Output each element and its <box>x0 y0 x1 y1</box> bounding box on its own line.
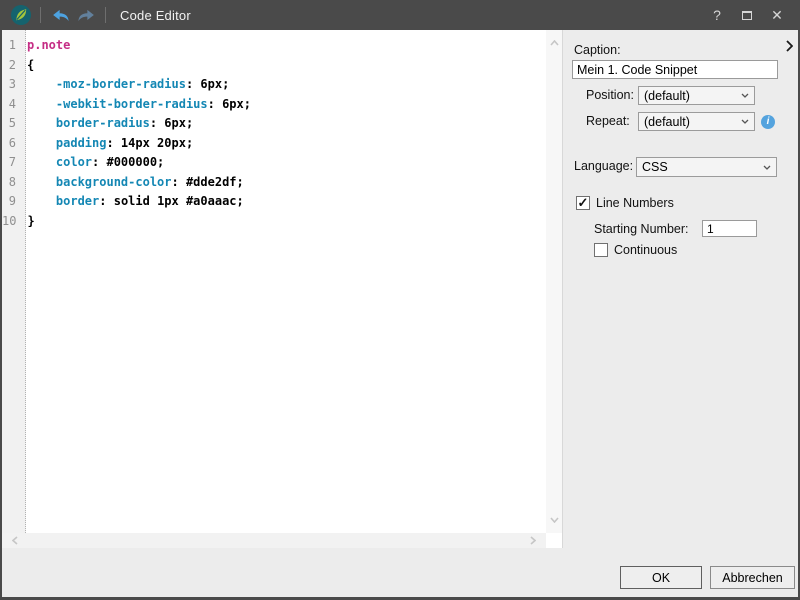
position-label: Position: <box>586 88 634 102</box>
redo-button[interactable] <box>73 3 97 27</box>
scroll-left-icon[interactable] <box>10 535 20 545</box>
maximize-button[interactable] <box>732 3 762 27</box>
line-number: 4 <box>2 95 21 115</box>
help-button[interactable]: ? <box>702 3 732 27</box>
undo-button[interactable] <box>49 3 73 27</box>
scroll-up-icon[interactable] <box>549 38 559 48</box>
chevron-down-icon <box>763 165 771 170</box>
app-logo-icon <box>10 4 32 26</box>
starting-number-label: Starting Number: <box>594 222 688 236</box>
undo-icon <box>52 9 71 22</box>
titlebar-separator <box>40 7 41 23</box>
language-label: Language: <box>574 159 633 173</box>
line-number: 2 <box>2 56 21 76</box>
line-number: 7 <box>2 153 21 173</box>
line-number: 1 <box>2 36 21 56</box>
code-line: 3 -moz-border-radius: 6px; <box>2 75 546 95</box>
vertical-scrollbar[interactable] <box>546 30 562 533</box>
line-number: 3 <box>2 75 21 95</box>
position-value: (default) <box>644 89 741 103</box>
repeat-value: (default) <box>644 115 741 129</box>
starting-number-input[interactable] <box>702 220 757 237</box>
continuous-checkbox[interactable]: ✓ <box>594 243 608 257</box>
info-icon[interactable]: i <box>761 115 775 129</box>
settings-panel: Caption: Position: (default) Repeat: (de… <box>565 30 798 597</box>
code-line: 6 padding: 14px 20px; <box>2 134 546 154</box>
help-icon: ? <box>713 7 721 23</box>
language-select[interactable]: CSS <box>636 157 777 177</box>
redo-icon <box>76 9 95 22</box>
code-line: 5 border-radius: 6px; <box>2 114 546 134</box>
window-controls: ? ✕ <box>702 3 792 27</box>
check-icon: ✓ <box>578 196 589 209</box>
code-line: 4 -webkit-border-radius: 6px; <box>2 95 546 115</box>
horizontal-scrollbar[interactable] <box>2 533 546 548</box>
close-button[interactable]: ✕ <box>762 3 792 27</box>
code-line: 7 color: #000000; <box>2 153 546 173</box>
line-number: 6 <box>2 134 21 154</box>
titlebar-separator <box>105 7 106 23</box>
close-icon: ✕ <box>771 7 783 24</box>
chevron-right-icon <box>786 40 793 52</box>
code-line: 8 background-color: #dde2df; <box>2 173 546 193</box>
titlebar: Code Editor ? ✕ <box>0 0 800 30</box>
code-editor-dialog: Code Editor ? ✕ 1p.note2{3 -moz-border-r… <box>0 0 800 600</box>
line-numbers-label: Line Numbers <box>596 196 674 210</box>
caption-input[interactable] <box>572 60 778 79</box>
code-line: 9 border: solid 1px #a0aaac; <box>2 192 546 212</box>
code-line: 1p.note <box>2 36 546 56</box>
scroll-right-icon[interactable] <box>528 535 538 545</box>
code-line: 10} <box>2 212 546 232</box>
maximize-icon <box>742 11 752 20</box>
scroll-down-icon[interactable] <box>549 515 559 525</box>
code-line: 2{ <box>2 56 546 76</box>
continuous-label: Continuous <box>614 243 677 257</box>
line-numbers-checkbox[interactable]: ✓ <box>576 196 590 210</box>
repeat-select[interactable]: (default) <box>638 112 755 131</box>
repeat-label: Repeat: <box>586 114 630 128</box>
caption-label: Caption: <box>574 43 621 57</box>
code-text: 1p.note2{3 -moz-border-radius: 6px;4 -we… <box>2 36 546 231</box>
line-number: 10 <box>2 212 21 232</box>
line-numbers-row[interactable]: ✓ Line Numbers <box>576 196 674 210</box>
collapse-panel-button[interactable] <box>781 38 797 54</box>
line-number: 8 <box>2 173 21 193</box>
language-value: CSS <box>642 160 763 174</box>
continuous-row[interactable]: ✓ Continuous <box>594 243 677 257</box>
chevron-down-icon <box>741 119 749 124</box>
window-title: Code Editor <box>120 8 191 23</box>
code-editor[interactable]: 1p.note2{3 -moz-border-radius: 6px;4 -we… <box>2 30 563 548</box>
line-number: 9 <box>2 192 21 212</box>
chevron-down-icon <box>741 93 749 98</box>
line-number: 5 <box>2 114 21 134</box>
ok-button[interactable]: OK <box>620 566 702 589</box>
cancel-button[interactable]: Abbrechen <box>710 566 795 589</box>
position-select[interactable]: (default) <box>638 86 755 105</box>
